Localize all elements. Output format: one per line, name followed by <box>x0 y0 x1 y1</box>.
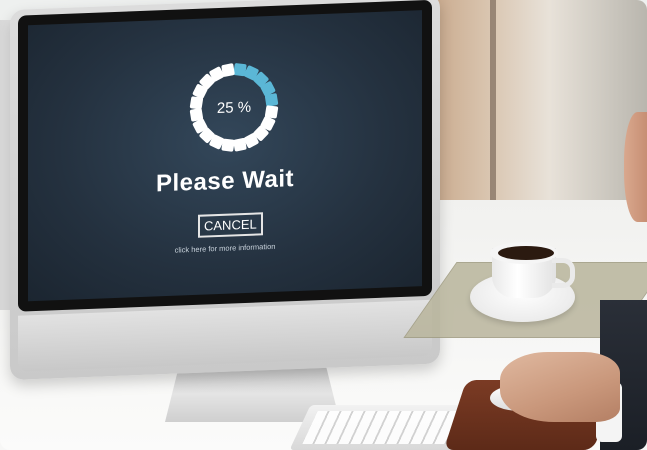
more-info-link[interactable]: click here for more information <box>28 236 422 260</box>
photo-scene: 25 % Please Wait CANCEL click here for m… <box>0 0 647 450</box>
background-window <box>430 0 647 230</box>
monitor-bezel: 25 % Please Wait CANCEL click here for m… <box>18 0 432 312</box>
photo-frame: 25 % Please Wait CANCEL click here for m… <box>0 0 647 450</box>
coffee <box>498 246 554 260</box>
computer-monitor: 25 % Please Wait CANCEL click here for m… <box>10 0 440 380</box>
loading-spinner: 25 % <box>188 60 280 156</box>
keyboard-keys <box>302 411 468 444</box>
cancel-button[interactable]: CANCEL <box>198 212 263 238</box>
please-wait-title: Please Wait <box>155 165 294 198</box>
progress-percentage: 25 % <box>216 98 252 117</box>
monitor-screen: 25 % Please Wait CANCEL click here for m… <box>28 10 422 302</box>
hand <box>500 352 620 422</box>
person-ear <box>624 112 647 222</box>
monitor-chin <box>18 299 432 372</box>
cup-handle <box>552 258 575 288</box>
